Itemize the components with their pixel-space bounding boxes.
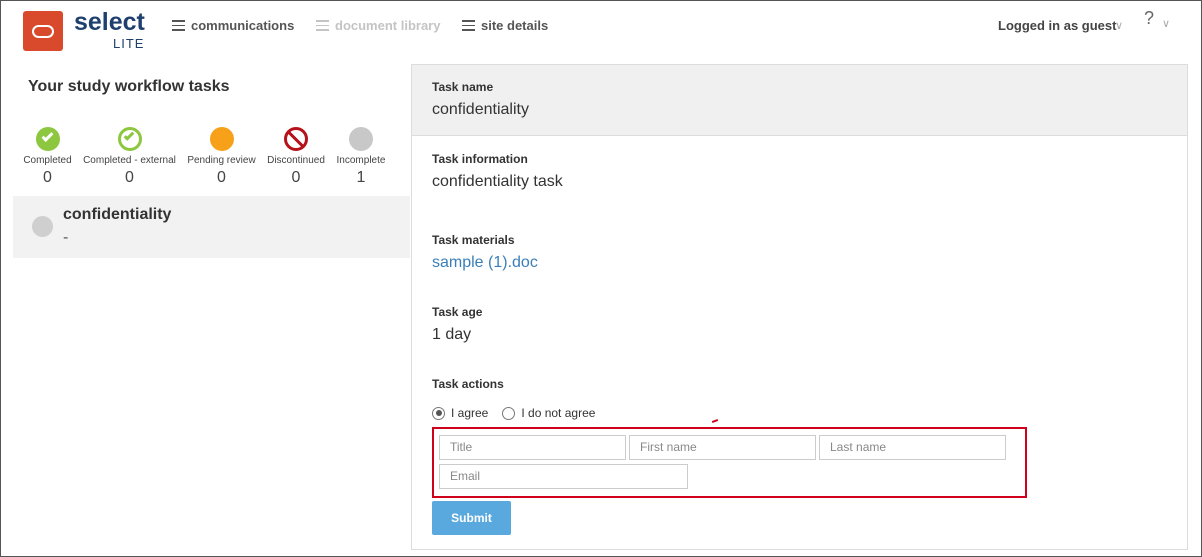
radio-agree-label[interactable]: I agree xyxy=(451,406,488,420)
pending-circle-icon xyxy=(209,127,234,151)
user-menu[interactable]: Logged in as guest xyxy=(998,18,1116,33)
task-item-name: confidentiality xyxy=(63,206,172,223)
chevron-down-icon[interactable]: ∨ xyxy=(1162,17,1170,30)
task-name-value: confidentiality xyxy=(432,101,529,118)
last-name-input[interactable]: Last name xyxy=(819,435,1006,460)
task-materials-label: Task materials xyxy=(432,233,515,247)
oracle-logo-icon[interactable] xyxy=(23,11,63,51)
incomplete-circle-icon xyxy=(349,127,373,151)
annotation-mark xyxy=(711,419,719,423)
task-item-subtitle: - xyxy=(63,229,69,246)
status-completed-external[interactable]: Completed - external 0 xyxy=(82,127,177,187)
task-age-label: Task age xyxy=(432,305,483,319)
status-count: 0 xyxy=(43,169,52,186)
status-count: 1 xyxy=(356,169,366,186)
nav-communications[interactable]: communications xyxy=(172,18,294,33)
agreement-radio-group: I agree I do not agree xyxy=(432,406,595,420)
first-name-input[interactable]: First name xyxy=(629,435,816,460)
task-actions-label: Task actions xyxy=(432,377,504,391)
status-label: Incomplete xyxy=(336,155,386,166)
task-info-label: Task information xyxy=(432,152,528,166)
status-count: 0 xyxy=(125,169,134,186)
check-circle-icon xyxy=(35,127,60,151)
radio-disagree-label[interactable]: I do not agree xyxy=(521,406,595,420)
task-name-label: Task name xyxy=(432,80,494,94)
task-list-item[interactable]: confidentiality - xyxy=(13,196,410,258)
list-icon xyxy=(462,20,475,31)
submit-button[interactable]: Submit xyxy=(432,501,511,535)
task-info-value: confidentiality task xyxy=(432,173,563,190)
task-age-value: 1 day xyxy=(432,326,472,343)
email-input[interactable]: Email xyxy=(439,464,688,489)
status-label: Pending review xyxy=(187,155,256,166)
brand-name: select xyxy=(74,8,145,36)
status-count: 0 xyxy=(291,169,301,186)
status-incomplete[interactable]: Incomplete 1 xyxy=(336,127,386,187)
incomplete-circle-icon xyxy=(32,216,53,237)
list-icon xyxy=(316,20,329,31)
status-label: Completed xyxy=(23,155,72,166)
nav-site-details[interactable]: site details xyxy=(462,18,548,33)
status-label: Completed - external xyxy=(83,155,176,166)
brand-subtitle: LITE xyxy=(113,36,145,51)
task-detail-panel: Task name confidentiality Task informati… xyxy=(411,64,1188,550)
status-pending-review[interactable]: Pending review 0 xyxy=(187,127,256,187)
status-completed[interactable]: Completed 0 xyxy=(23,127,72,187)
nav-document-library-label: document library xyxy=(335,18,441,33)
check-circle-outline-icon xyxy=(117,127,142,151)
nav-communications-label: communications xyxy=(191,18,295,33)
list-icon xyxy=(172,20,185,31)
status-discontinued[interactable]: Discontinued 0 xyxy=(266,127,326,187)
prohibited-icon xyxy=(284,127,308,151)
radio-agree[interactable] xyxy=(432,406,445,420)
status-label: Discontinued xyxy=(267,155,325,166)
radio-disagree[interactable] xyxy=(502,406,516,420)
status-count: 0 xyxy=(217,169,226,186)
chevron-down-icon[interactable]: ∨ xyxy=(1115,19,1123,32)
tasks-title: Your study workflow tasks xyxy=(28,78,230,95)
task-material-link[interactable]: sample (1).doc xyxy=(432,254,538,272)
nav-site-details-label: site details xyxy=(481,18,549,33)
title-input[interactable]: Title xyxy=(439,435,626,460)
help-icon[interactable]: ? xyxy=(1144,8,1154,29)
nav-document-library[interactable]: document library xyxy=(316,18,440,33)
